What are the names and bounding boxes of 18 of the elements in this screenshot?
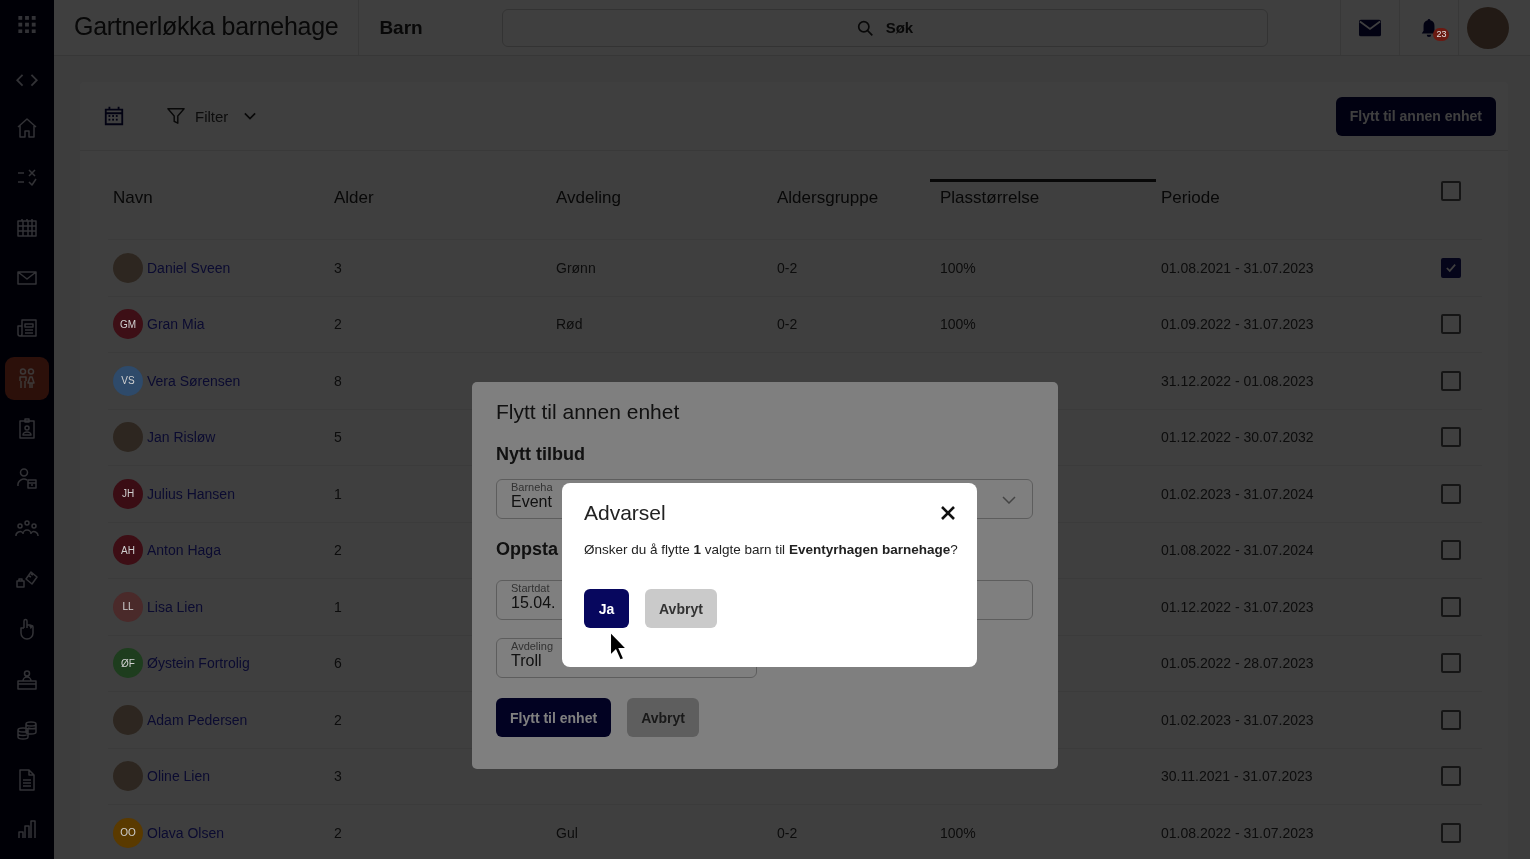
field-label: Barneha: [511, 481, 553, 493]
section-heading: Oppsta: [496, 539, 558, 560]
dialog-title: Advarsel: [584, 501, 666, 525]
notification-badge: 23: [1433, 28, 1450, 41]
field-value: Troll: [511, 652, 542, 670]
initials-avatar: VS: [113, 365, 143, 396]
initials-avatar: AH: [113, 535, 143, 566]
initials-avatar: OO: [113, 817, 143, 848]
initials-avatar: GM: [113, 309, 143, 340]
dialog-title: Flytt til annen enhet: [496, 400, 680, 424]
initials-avatar: ØF: [113, 648, 143, 679]
field-value: Event: [511, 493, 552, 511]
initials-avatar: JH: [113, 478, 143, 509]
section-heading: Nytt tilbud: [496, 444, 585, 465]
initials-avatar: LL: [113, 591, 143, 622]
field-value: 15.04.: [511, 594, 556, 612]
field-label: Avdeling: [511, 640, 553, 652]
field-label: Startdat: [511, 582, 550, 594]
